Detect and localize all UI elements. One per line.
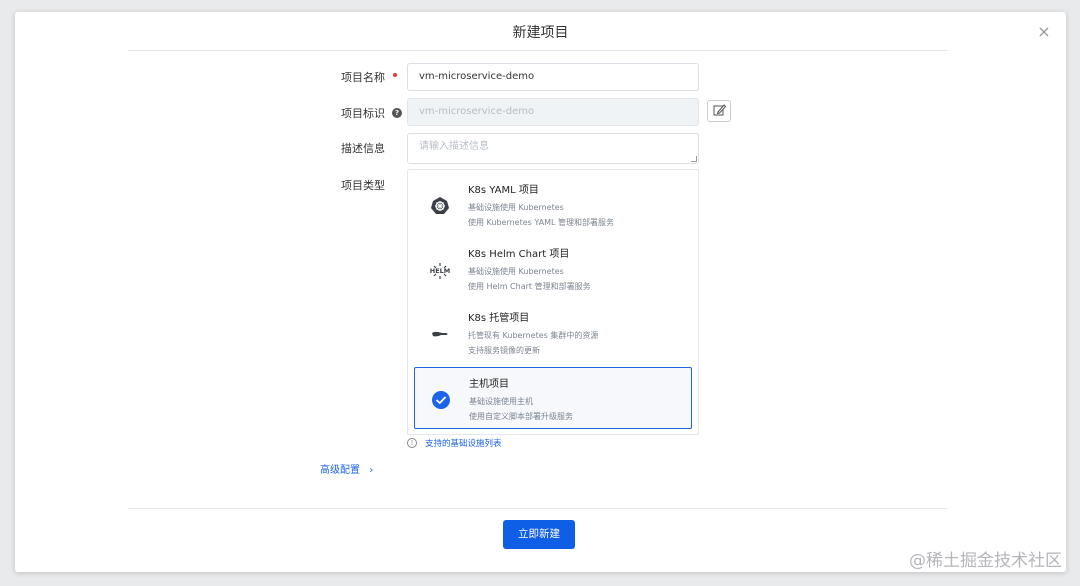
project-type-desc: 使用 Kubernetes YAML 管理和部署服务 — [468, 218, 615, 227]
project-type-desc: 使用 Helm Chart 管理和部署服务 — [468, 282, 591, 291]
svg-text:HELM: HELM — [430, 267, 450, 275]
resize-handle[interactable] — [691, 156, 697, 162]
project-type-host[interactable]: 主机项目 基础设施使用主机 使用自定义脚本部署升级服务 — [414, 367, 692, 429]
project-name-input[interactable]: vm-microservice-demo — [407, 63, 699, 91]
dialog-title: 新建项目 — [512, 25, 569, 41]
project-type-k8s-hosted[interactable]: K8s 托管项目 托管现有 Kubernetes 集群中的资源 支持服务镜像的更… — [414, 302, 692, 364]
project-type-name: 主机项目 — [469, 379, 509, 390]
chevron-right-icon: › — [369, 465, 374, 476]
project-id-input: vm-microservice-demo — [407, 98, 699, 126]
advanced-config-link[interactable]: 高级配置 › — [320, 461, 373, 476]
project-type-name: K8s 托管项目 — [468, 313, 530, 324]
required-marker — [393, 73, 397, 77]
project-type-desc: 托管现有 Kubernetes 集群中的资源 — [468, 331, 599, 340]
project-type-desc: 基础设施使用 Kubernetes — [468, 203, 564, 212]
project-type-name: K8s Helm Chart 项目 — [468, 249, 570, 260]
create-project-dialog: 新建项目 × 项目名称 vm-microservice-demo 项目标识 ? … — [15, 12, 1066, 572]
create-now-button[interactable]: 立即新建 — [503, 520, 575, 549]
help-icon[interactable]: ? — [392, 108, 402, 118]
edit-id-button[interactable] — [707, 100, 731, 122]
check-circle-icon — [432, 391, 450, 409]
project-type-name: K8s YAML 项目 — [468, 185, 539, 196]
project-type-desc: 基础设施使用 Kubernetes — [468, 267, 564, 276]
project-type-k8s-helm[interactable]: HELM K8s Helm Chart 项目 基础设施使用 Kubernetes… — [414, 238, 692, 300]
project-name-label: 项目名称 — [341, 71, 385, 84]
info-icon: ! — [407, 438, 417, 448]
project-type-k8s-yaml[interactable]: K8s YAML 项目 基础设施使用 Kubernetes 使用 Kuberne… — [414, 174, 692, 236]
footer-divider — [128, 508, 948, 509]
description-label: 描述信息 — [341, 142, 385, 155]
advanced-config-label: 高级配置 — [320, 465, 360, 476]
project-type-desc: 支持服务镜像的更新 — [468, 346, 540, 355]
edit-icon — [713, 104, 727, 116]
project-type-desc: 基础设施使用主机 — [469, 397, 533, 406]
watermark: @稀土掘金技术社区 — [909, 551, 1062, 571]
infrastructure-list-link[interactable]: 支持的基础设施列表 — [425, 437, 502, 449]
kubernetes-icon — [431, 197, 449, 214]
description-textarea[interactable]: 请输入描述信息 — [407, 133, 699, 164]
hand-icon — [432, 331, 448, 337]
close-icon[interactable]: × — [1036, 24, 1052, 40]
project-id-label: 项目标识 — [341, 107, 385, 120]
project-type-list: K8s YAML 项目 基础设施使用 Kubernetes 使用 Kuberne… — [407, 169, 699, 435]
header-divider — [128, 50, 948, 51]
project-type-label: 项目类型 — [341, 179, 385, 192]
project-type-desc: 使用自定义脚本部署升级服务 — [469, 412, 573, 421]
helm-icon: HELM — [430, 263, 450, 279]
